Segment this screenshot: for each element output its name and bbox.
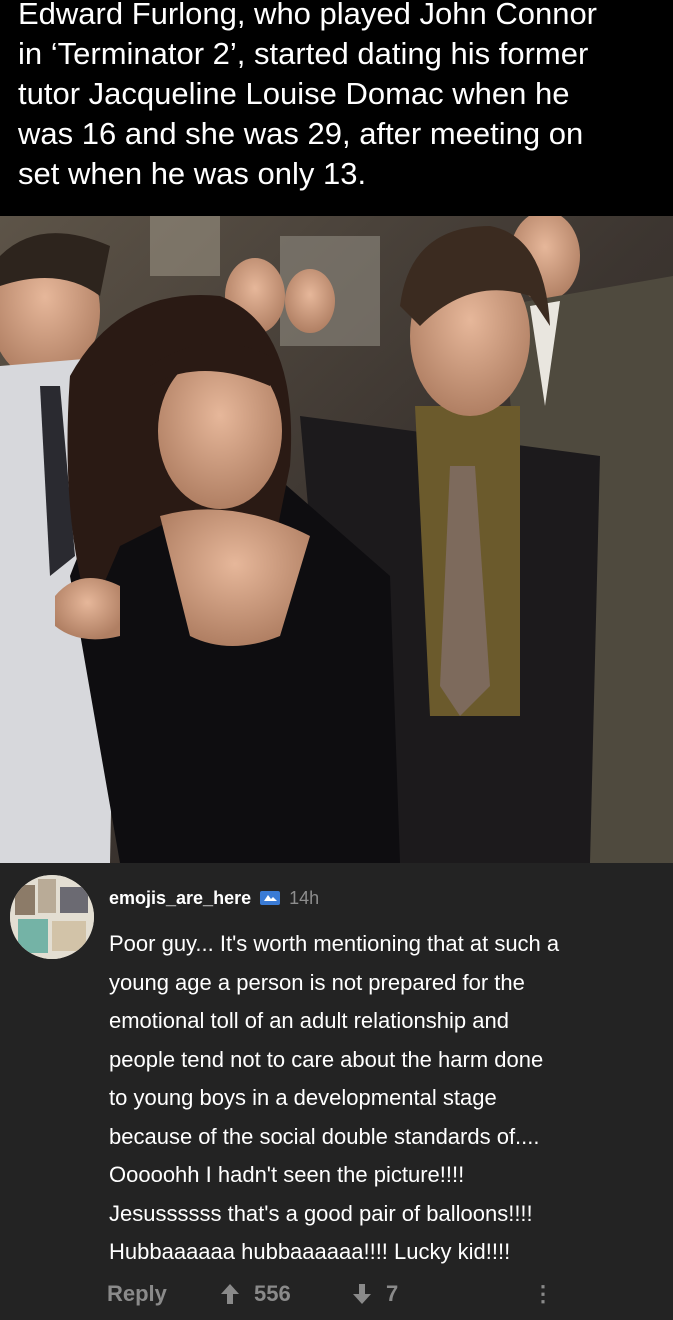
comment-meta: emojis_are_here 14h xyxy=(109,885,319,911)
headline-line: tutor Jacqueline Louise Domac when he xyxy=(18,76,570,111)
headline-line: Edward Furlong, who played John Connor xyxy=(18,0,598,31)
headline-line: was 16 and she was 29, after meeting on xyxy=(18,116,584,151)
comment-line: young age a person is not prepared for t… xyxy=(109,969,525,995)
headline-line: in ‘Terminator 2’, started dating his fo… xyxy=(18,36,589,71)
comment-line: Poor guy... It's worth mentioning that a… xyxy=(109,931,560,956)
arrow-up-icon xyxy=(220,1283,240,1305)
photo-of-couple-at-event-icon xyxy=(0,216,673,863)
comment-line: emotional toll of an adult relationship … xyxy=(109,1008,509,1033)
downvote-button[interactable]: 7 xyxy=(352,1281,398,1307)
comment-line: Hubbaaaaaa hubbaaaaaa!!!! Lucky kid!!!! xyxy=(109,1239,511,1264)
event-photo xyxy=(0,216,673,863)
comment-line: Ooooohh I hadn't seen the picture!!!! xyxy=(109,1162,465,1187)
comment-line: Jesussssss that's a good pair of balloon… xyxy=(109,1200,533,1226)
headline-line: set when he was only 13. xyxy=(18,156,367,191)
avatar[interactable] xyxy=(10,875,94,959)
comment-line: people tend not to care about the harm d… xyxy=(109,1046,544,1072)
arrow-down-icon xyxy=(352,1283,372,1305)
upvote-count: 556 xyxy=(254,1281,291,1306)
downvote-count: 7 xyxy=(386,1281,399,1306)
comment-body: Poor guy... It's worth mentioning that a… xyxy=(109,925,669,1272)
reply-button[interactable]: Reply xyxy=(107,1281,167,1307)
comment-actions: Reply 556 7 ⋮ xyxy=(107,1281,667,1311)
headline-caption: Edward Furlong, who played John Connor i… xyxy=(0,0,673,216)
headline-text: Edward Furlong, who played John Connor i… xyxy=(0,0,673,194)
comment-timestamp: 14h xyxy=(289,887,320,908)
comment-line: because of the social double standards o… xyxy=(109,1123,540,1149)
comment-line: to young boys in a developmental stage xyxy=(109,1085,497,1110)
upvote-button[interactable]: 556 xyxy=(220,1281,291,1307)
moderator-badge-icon xyxy=(259,890,281,906)
username-link[interactable]: emojis_are_here xyxy=(109,888,251,909)
more-options-button[interactable]: ⋮ xyxy=(532,1281,554,1307)
avatar-collage-icon xyxy=(10,875,94,959)
comment-card: emojis_are_here 14h Poor guy... It's wor… xyxy=(0,863,673,1320)
